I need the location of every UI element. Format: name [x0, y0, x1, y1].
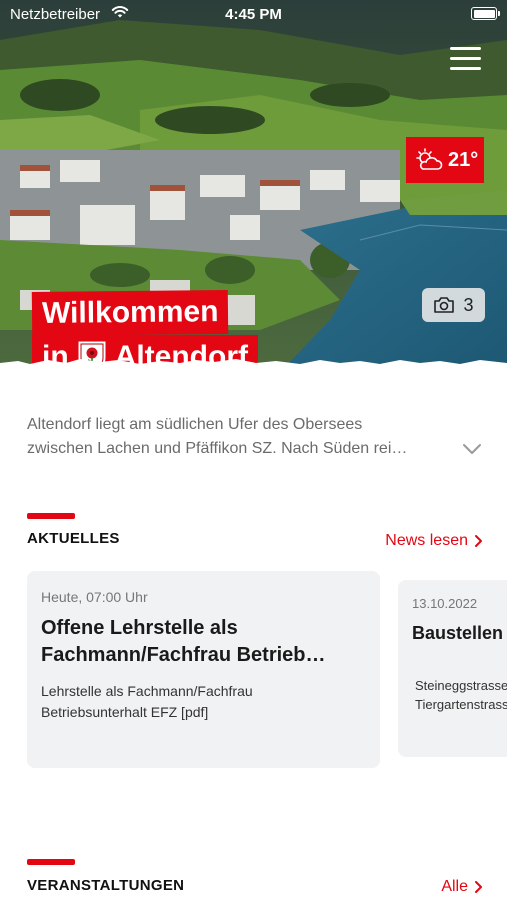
news-body-line2: Betriebsunterhalt EFZ [pdf] — [41, 704, 209, 720]
news-date: 13.10.2022 — [412, 596, 478, 611]
menu-icon — [450, 47, 481, 50]
welcome-title-line1: Willkommen — [31, 289, 229, 337]
status-bar: Netzbetreiber 4:45 PM — [0, 0, 507, 28]
chevron-right-icon — [475, 535, 482, 547]
news-title-line1: Baustellen — [412, 623, 504, 643]
news-section-title: AKTUELLES — [27, 530, 120, 547]
events-all-link[interactable]: Alle — [441, 878, 483, 896]
news-body-line2: Tiergartenstrasse — [415, 697, 507, 712]
weather-badge[interactable]: 21° — [406, 137, 484, 183]
news-card[interactable]: 13.10.2022 Baustellen Steineggstrasse Ti… — [398, 580, 507, 757]
camera-icon — [434, 297, 455, 313]
temperature-value: 21° — [448, 148, 479, 171]
news-body-line1: Lehrstelle als Fachmann/Fachfrau — [41, 683, 253, 699]
section-accent-bar — [27, 859, 75, 865]
torn-paper-edge — [0, 359, 507, 372]
chevron-down-icon[interactable] — [462, 441, 482, 457]
hero-header: Netzbetreiber 4:45 PM 21° 3 Willkommen i… — [0, 0, 507, 372]
clock-time: 4:45 PM — [225, 6, 282, 23]
news-read-link-label: News lesen — [385, 532, 468, 549]
news-read-link[interactable]: News lesen — [385, 532, 483, 550]
menu-icon-bar — [450, 67, 481, 70]
photo-count-value: 3 — [463, 294, 474, 315]
news-body-line1: Steineggstrasse — [415, 678, 507, 693]
hamburger-menu-button[interactable] — [450, 45, 482, 73]
news-title-line1: Offene Lehrstelle als — [41, 617, 238, 639]
news-title-line2: Fachmann/Fachfrau Betrieb… — [41, 644, 326, 666]
news-date: Heute, 07:00 Uhr — [41, 589, 148, 605]
intro-line1: Altendorf liegt am südlichen Ufer des Ob… — [27, 416, 363, 433]
partly-cloudy-icon — [416, 148, 443, 170]
intro-line2: zwischen Lachen und Pfäffikon SZ. Nach S… — [27, 440, 408, 457]
events-all-link-label: Alle — [441, 878, 468, 895]
chevron-right-icon — [475, 881, 482, 893]
news-card[interactable]: Heute, 07:00 Uhr Offene Lehrstelle als F… — [27, 571, 380, 768]
section-accent-bar — [27, 513, 75, 519]
photo-gallery-button[interactable]: 3 — [422, 288, 485, 322]
menu-icon-bar — [450, 57, 481, 60]
intro-text: Altendorf liegt am südlichen Ufer des Ob… — [27, 413, 447, 461]
battery-icon — [471, 7, 500, 20]
events-section-title: VERANSTALTUNGEN — [27, 877, 185, 894]
